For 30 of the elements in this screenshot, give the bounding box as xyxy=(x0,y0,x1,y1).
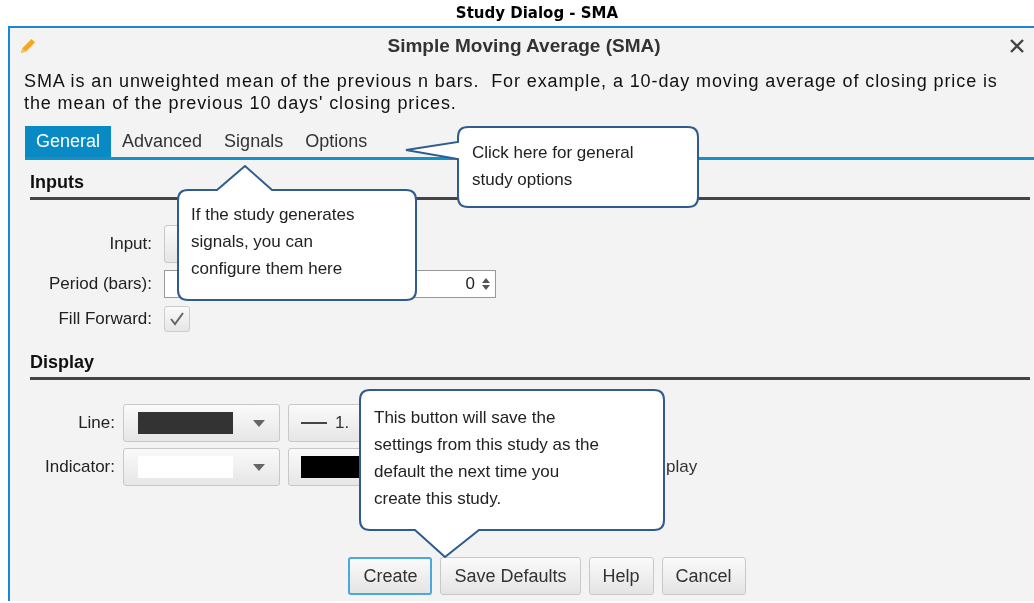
checkmark-icon xyxy=(169,311,185,327)
field-label: Line: xyxy=(77,413,115,433)
caret-icon xyxy=(253,463,265,471)
callout-text: If the study generates signals, you can configure them here xyxy=(191,204,356,280)
dialog-button[interactable]: Help xyxy=(588,557,654,595)
caret-icon xyxy=(253,419,265,427)
dialog-title: Simple Moving Average (SMA) xyxy=(386,35,662,57)
page-title: Study Dialog - SMA xyxy=(454,3,620,24)
section-heading: Display xyxy=(30,340,1030,380)
color-dropdown[interactable] xyxy=(123,448,280,486)
checkbox-label: play xyxy=(666,457,698,477)
field-label: Input: xyxy=(108,234,152,254)
description-text: SMA is an unweighted mean of the previous n bars. For example, a 10-day moving average of closing price is the mean of the previous 10 days' closing prices. xyxy=(24,70,999,114)
dialog-button[interactable]: Save Defaults xyxy=(440,557,581,595)
dialog-button[interactable]: Create xyxy=(348,557,433,595)
line-sample-icon xyxy=(301,422,327,424)
tab[interactable]: General xyxy=(25,126,112,157)
field-label: Fill Forward: xyxy=(57,309,152,329)
field-label: Period (bars): xyxy=(48,274,152,294)
field-label: Indicator: xyxy=(44,457,115,477)
spinner-arrows-icon[interactable] xyxy=(481,276,491,292)
line-width-value: 1. xyxy=(335,413,350,433)
close-icon[interactable] xyxy=(1010,39,1024,53)
dialog-button[interactable]: Cancel xyxy=(661,557,746,595)
pencil-icon xyxy=(18,36,38,56)
tab[interactable]: Signals xyxy=(213,126,295,157)
color-dropdown[interactable] xyxy=(123,404,280,442)
tab[interactable]: Advanced xyxy=(111,126,214,157)
tab[interactable]: Options xyxy=(294,126,379,157)
checkbox[interactable] xyxy=(164,306,190,332)
